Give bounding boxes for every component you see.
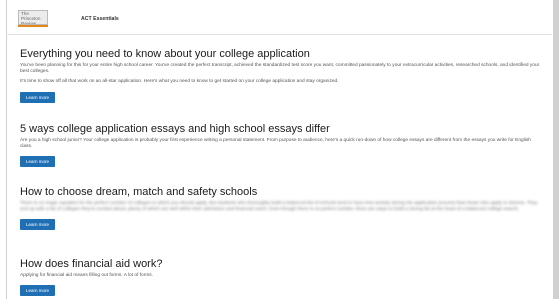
section-choose-schools: How to choose dream, match and safety sc… [20,186,550,231]
section-paragraph: Are you a high school junior? Your colle… [20,138,531,150]
learn-more-button[interactable]: Learn more [20,91,56,103]
section-paragraph: There is no magic equation for the perfe… [20,201,538,213]
learn-more-button[interactable]: Learn more [20,219,56,231]
scrollbar[interactable] [554,0,559,299]
brand-logo[interactable]: The Princeton Review [18,10,48,25]
learn-more-button[interactable]: Learn more [20,156,56,168]
section-title: How to choose dream, match and safety sc… [20,186,258,198]
nav-link-act-essentials[interactable]: ACT Essentials [81,16,119,22]
section-paragraph: It's time to show off all that work on a… [20,79,339,85]
section-financial-aid: How does financial aid work? Applying fo… [20,258,550,297]
section-title: How does financial aid work? [20,258,163,270]
section-paragraph: Applying for financial aid means filling… [20,273,154,278]
section-essays-differ: 5 ways college application essays and hi… [20,123,550,168]
site-header: The Princeton Review ACT Essentials [6,0,552,35]
learn-more-button[interactable]: Learn more [20,285,56,297]
section-college-application: Everything you need to know about your c… [20,48,550,104]
logo-accent-bar [18,25,48,27]
section-title: Everything you need to know about your c… [20,48,310,60]
section-title: 5 ways college application essays and hi… [20,123,330,135]
section-paragraph: You've been planning for this for your e… [20,63,540,75]
